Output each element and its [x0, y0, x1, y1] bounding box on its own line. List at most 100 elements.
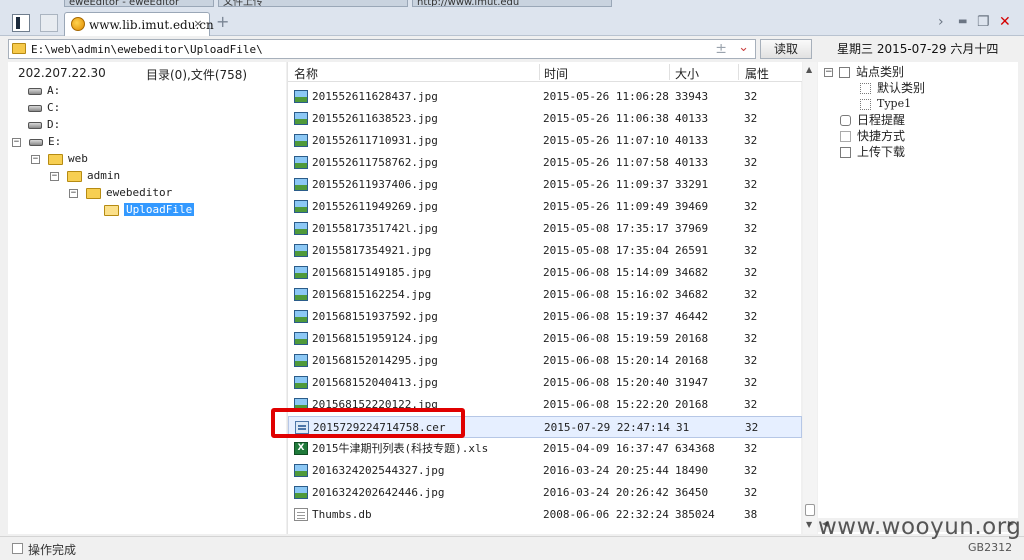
tab-active[interactable]: www.lib.imut.edu.cn × [64, 12, 214, 36]
file-row[interactable]: 201552611937406.jpg 2015-05-26 11:09:37 33… [288, 174, 802, 196]
collapse-toggle-icon[interactable]: − [50, 171, 59, 181]
file-size: 31947 [675, 376, 709, 389]
scroll-down-icon[interactable]: ▼ [806, 520, 812, 529]
file-name: 201552611937406.jpg [312, 178, 438, 191]
tree-folder-web[interactable]: − web [31, 151, 88, 167]
column-header-size[interactable]: 大小 [675, 65, 699, 82]
file-attr: 32 [744, 354, 758, 367]
file-time: 2015-05-26 11:07:58 [543, 156, 669, 169]
file-name: 201552611638523.jpg [312, 112, 438, 125]
tree-drive-a[interactable]: A: [28, 83, 60, 99]
drive-icon [28, 121, 42, 129]
file-size: 33943 [675, 90, 709, 103]
site-item-categories[interactable]: − 站点类别 [824, 64, 904, 80]
file-row[interactable]: 201568152014295.jpg 2015-06-08 15:20:14 20… [288, 350, 802, 372]
file-size: 46442 [675, 310, 709, 323]
site-item-label: 站点类别 [856, 65, 905, 79]
collapse-toggle-icon[interactable]: − [69, 188, 78, 198]
status-text: 操作完成 [28, 543, 77, 557]
address-path: E:\web\admin\ewebeditor\UploadFile\ [31, 43, 263, 56]
chevron-right-icon[interactable]: › [938, 14, 944, 30]
column-divider[interactable] [738, 64, 739, 80]
maximize-button[interactable]: ❐ [977, 14, 990, 30]
file-row[interactable]: 20156815149185.jpg 2015-06-08 15:14:09 346… [288, 262, 802, 284]
image-icon [294, 376, 308, 389]
toggle-pane-button[interactable] [12, 14, 30, 32]
site-item-shortcuts[interactable]: 快捷方式 [840, 128, 905, 144]
folder-icon [12, 43, 26, 54]
file-time: 2015-06-08 15:19:37 [543, 310, 669, 323]
site-item-schedule[interactable]: 日程提醒 [840, 112, 905, 128]
plus-minus-icon[interactable]: ± [715, 41, 727, 57]
new-tab-button[interactable]: + [216, 14, 229, 30]
file-name: 20156815162254.jpg [312, 288, 432, 301]
address-field[interactable]: E:\web\admin\ewebeditor\UploadFile\ ± ⌄ [8, 39, 756, 59]
column-header-time[interactable]: 时间 [544, 65, 568, 82]
file-row[interactable]: 2016324202642446.jpg 2016-03-24 20:26:42 3… [288, 482, 802, 504]
file-row[interactable]: 2016324202544327.jpg 2016-03-24 20:25:44 1… [288, 460, 802, 482]
file-row[interactable]: 201568151937592.jpg 2015-06-08 15:19:37 46… [288, 306, 802, 328]
file-name: 2016324202544327.jpg [312, 464, 445, 477]
image-icon [294, 156, 308, 169]
file-row[interactable]: 201552611949269.jpg 2015-05-26 11:09:49 39… [288, 196, 802, 218]
file-time: 2015-06-08 15:20:14 [543, 354, 669, 367]
tree-drive-e[interactable]: − E: [12, 134, 61, 150]
file-row[interactable]: Thumbs.db 2008-06-06 22:32:24 385024 38 [288, 504, 802, 526]
file-attr: 32 [744, 244, 758, 257]
site-item-label: 日程提醒 [857, 113, 906, 127]
close-window-button[interactable]: ✕ [999, 14, 1011, 30]
file-name: 20156815149185.jpg [312, 266, 432, 279]
file-row[interactable]: 201552611710931.jpg 2015-05-26 11:07:10 40… [288, 130, 802, 152]
folder-icon [48, 153, 63, 165]
file-attr: 32 [744, 178, 758, 191]
tree-folder-admin[interactable]: − admin [50, 168, 120, 184]
column-divider[interactable] [669, 64, 670, 80]
tab-partial-2[interactable]: 文件上传 [218, 0, 408, 7]
file-size: 39469 [675, 200, 709, 213]
column-header-name[interactable]: 名称 [294, 65, 318, 82]
tab-close-icon[interactable]: × [191, 17, 205, 31]
scroll-thumb[interactable] [805, 504, 815, 516]
file-row[interactable]: 201552611628437.jpg 2015-05-26 11:06:28 33… [288, 86, 802, 108]
file-size: 37969 [675, 222, 709, 235]
image-icon [294, 134, 308, 147]
directory-count: 目录(0),文件(758) [146, 68, 248, 82]
file-size: 385024 [675, 508, 715, 521]
file-row[interactable]: 20155817351742l.jpg 2015-05-08 17:35:17 37… [288, 218, 802, 240]
file-name: 2015牛津期刊列表(科技专题).xls [312, 442, 489, 455]
tree-label: A: [47, 84, 61, 97]
site-item-default[interactable]: 默认类别 [860, 80, 925, 96]
file-row[interactable]: 201568152040413.jpg 2015-06-08 15:20:40 31… [288, 372, 802, 394]
file-size: 634368 [675, 442, 715, 455]
file-row[interactable]: 20156815162254.jpg 2015-06-08 15:16:02 346… [288, 284, 802, 306]
scroll-up-icon[interactable]: ▲ [806, 65, 812, 74]
read-button[interactable]: 读取 [760, 39, 812, 59]
image-icon [294, 486, 308, 499]
site-item-type1[interactable]: Type1 [860, 96, 911, 112]
tab-partial-3[interactable]: http://www.imut.edu [412, 0, 612, 7]
file-row[interactable]: 20155817354921.jpg 2015-05-08 17:35:04 265… [288, 240, 802, 262]
file-name: 201552611628437.jpg [312, 90, 438, 103]
file-size: 40133 [675, 134, 709, 147]
file-row[interactable]: 201552611758762.jpg 2015-05-26 11:07:58 40… [288, 152, 802, 174]
column-header-attr[interactable]: 属性 [745, 65, 769, 82]
minimize-button[interactable]: ▬ [958, 14, 967, 30]
tree-folder-uploadfile[interactable]: UploadFile [104, 202, 195, 218]
tab-partial-1[interactable]: eweEditor - eweEditor [64, 0, 214, 7]
file-row[interactable]: 201568151959124.jpg 2015-06-08 15:19:59 20… [288, 328, 802, 350]
blank-tab-button[interactable] [40, 14, 58, 32]
collapse-toggle-icon[interactable]: − [31, 154, 40, 164]
tree-drive-d[interactable]: D: [28, 117, 60, 133]
tree-folder-ewebeditor[interactable]: − ewebeditor [69, 185, 172, 201]
collapse-toggle-icon[interactable]: − [824, 68, 833, 77]
tree-drive-c[interactable]: C: [28, 100, 60, 116]
tree-label: E: [48, 135, 62, 148]
file-row[interactable]: 201552611638523.jpg 2015-05-26 11:06:38 40… [288, 108, 802, 130]
file-attr: 32 [744, 486, 758, 499]
chevron-down-icon[interactable]: ⌄ [738, 40, 749, 55]
site-item-upload-download[interactable]: 上传下载 [840, 144, 905, 160]
vertical-scrollbar[interactable]: ▲ ▼ [803, 62, 817, 534]
column-divider[interactable] [539, 64, 540, 80]
collapse-toggle-icon[interactable]: − [12, 137, 21, 147]
file-row[interactable]: X 2015牛津期刊列表(科技专题).xls 2015-04-09 16:37:47… [288, 438, 802, 460]
